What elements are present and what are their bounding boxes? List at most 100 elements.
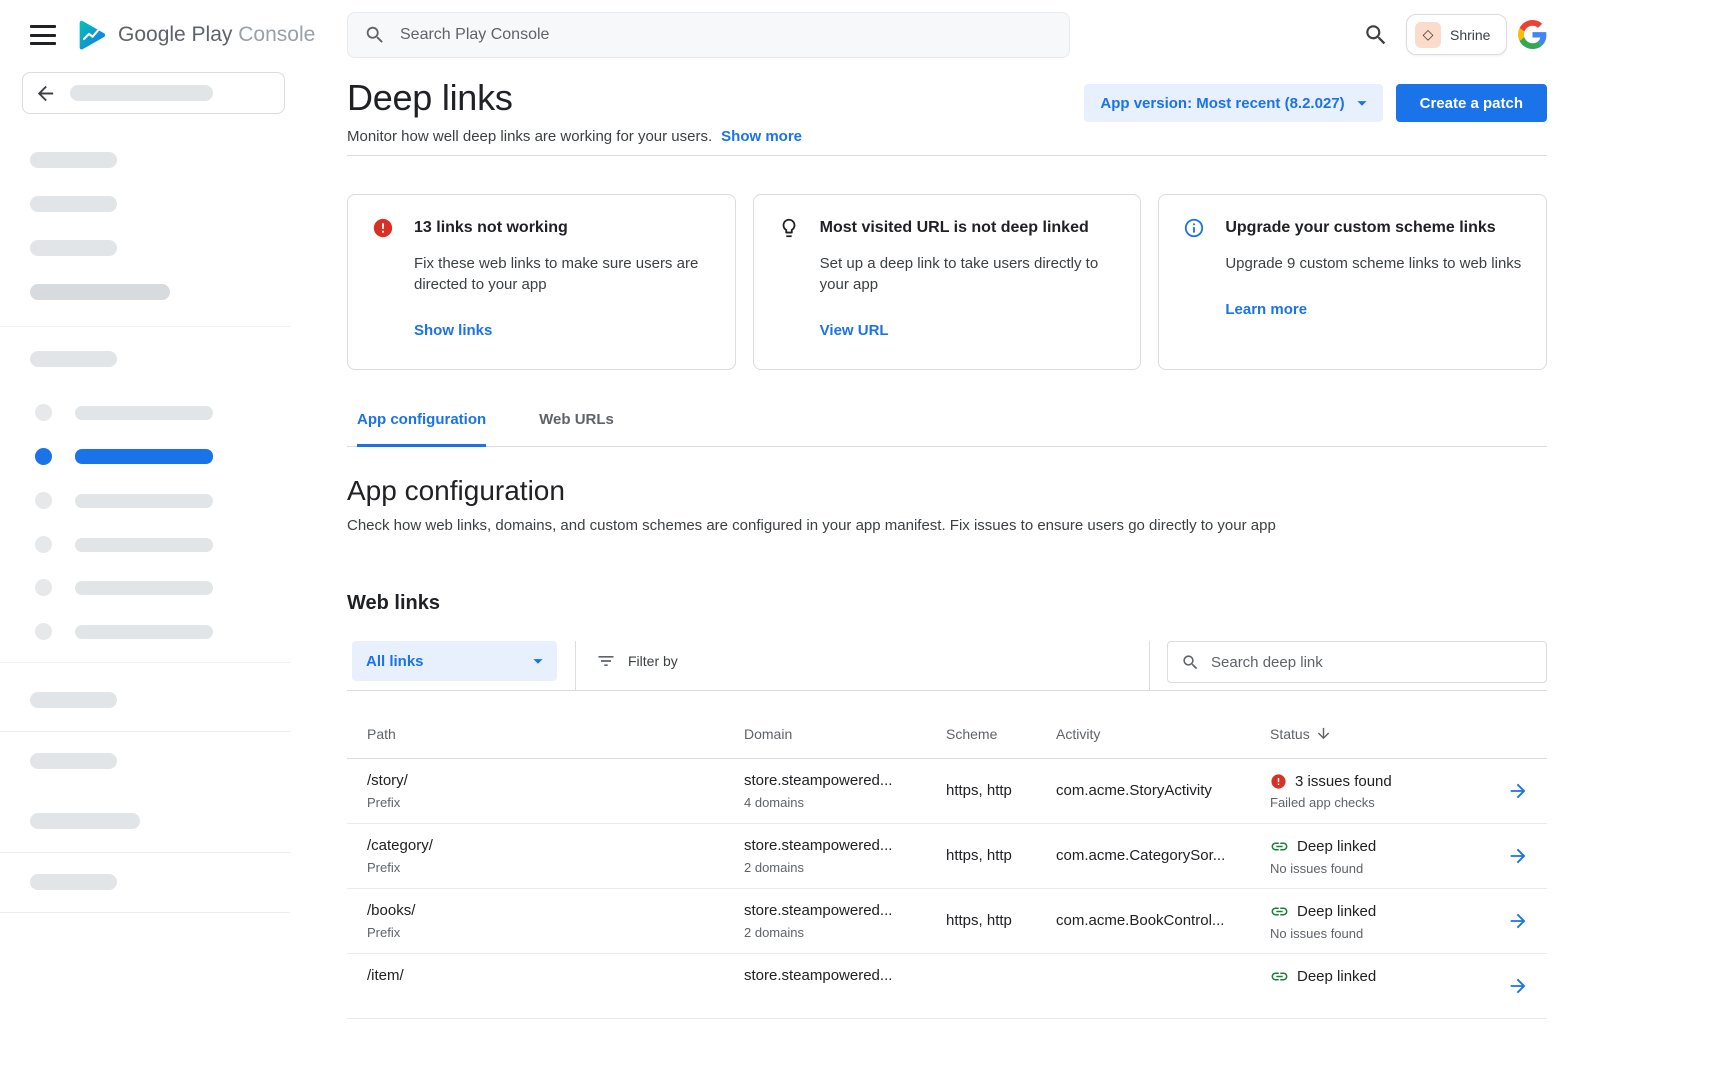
sidebar-divider xyxy=(0,662,290,663)
nav-bullet-icon xyxy=(35,404,52,421)
global-search[interactable] xyxy=(347,12,1070,58)
activity-value: com.acme.StoryActivity xyxy=(1056,782,1270,800)
domain-value: store.steampowered... xyxy=(744,902,946,920)
sidebar-skeleton-bar xyxy=(30,152,117,168)
card-title: Upgrade your custom scheme links xyxy=(1225,219,1495,237)
app-version-dropdown[interactable]: App version: Most recent (8.2.027) xyxy=(1084,84,1382,122)
filter-by-button[interactable]: Filter by xyxy=(596,641,678,681)
sort-descending-icon[interactable] xyxy=(1315,725,1332,742)
sidebar-divider xyxy=(0,852,290,853)
global-search-input[interactable] xyxy=(400,26,1053,44)
filter-by-label: Filter by xyxy=(628,653,678,669)
header-divider xyxy=(347,155,1547,156)
open-row-arrow[interactable] xyxy=(1505,843,1531,869)
sidebar-nav-item[interactable] xyxy=(35,623,213,640)
domain-count: 4 domains xyxy=(744,795,946,810)
deep-link-search[interactable] xyxy=(1167,641,1547,683)
section-title: App configuration xyxy=(347,473,1547,509)
nav-bullet-icon xyxy=(35,448,52,465)
google-g-icon xyxy=(1518,20,1547,49)
deep-link-search-input[interactable] xyxy=(1211,654,1533,671)
menu-icon[interactable] xyxy=(30,25,56,45)
card-links-not-working: 13 links not working Fix these web links… xyxy=(347,194,736,370)
main-content: Deep links Monitor how well deep links a… xyxy=(290,70,1728,1080)
chevron-down-icon xyxy=(1351,92,1373,114)
domain-value: store.steampowered... xyxy=(744,772,946,790)
table-row[interactable]: /story/ Prefix store.steampowered... 4 d… xyxy=(347,759,1547,824)
domain-value: store.steampowered... xyxy=(744,837,946,855)
search-icon xyxy=(1181,653,1200,672)
status-value: 3 issues found xyxy=(1295,773,1392,790)
status-detail: No issues found xyxy=(1270,861,1505,876)
search-icon-button[interactable] xyxy=(1362,22,1389,49)
arrow-forward-icon xyxy=(1507,845,1529,867)
back-arrow-icon[interactable] xyxy=(34,82,57,105)
sidebar-nav-item-active[interactable] xyxy=(35,448,213,465)
domain-count: 2 domains xyxy=(744,860,946,875)
table-row[interactable]: /category/ Prefix store.steampowered... … xyxy=(347,824,1547,889)
topbar: Google Play Console ◇ Shrine xyxy=(0,0,1728,70)
scheme-value: https, http xyxy=(946,847,1056,865)
tab-web-urls[interactable]: Web URLs xyxy=(539,410,614,447)
open-row-arrow[interactable] xyxy=(1505,973,1531,999)
card-title: Most visited URL is not deep linked xyxy=(820,219,1089,237)
card-upgrade-schemes: Upgrade your custom scheme links Upgrade… xyxy=(1158,194,1547,370)
status-value: Deep linked xyxy=(1297,838,1376,855)
column-header-scheme[interactable]: Scheme xyxy=(946,726,1056,742)
sidebar-nav-item[interactable] xyxy=(35,492,213,509)
nav-bullet-icon xyxy=(35,492,52,509)
nav-bullet-icon xyxy=(35,623,52,640)
card-body: Fix these web links to make sure users a… xyxy=(414,253,711,295)
table-row[interactable]: /books/ Prefix store.steampowered... 2 d… xyxy=(347,889,1547,954)
learn-more-link[interactable]: Learn more xyxy=(1225,301,1307,318)
page-subtitle: Monitor how well deep links are working … xyxy=(347,128,712,145)
status-detail: No issues found xyxy=(1270,926,1505,941)
links-filter-label: All links xyxy=(366,653,424,670)
sidebar-skeleton-bar xyxy=(30,196,117,212)
info-icon xyxy=(1183,217,1205,239)
domain-count xyxy=(744,990,946,1005)
sidebar-skeleton-bar xyxy=(30,284,170,300)
sidebar-nav-item[interactable] xyxy=(35,536,213,553)
path-type: Prefix xyxy=(367,860,744,875)
link-icon xyxy=(1270,967,1289,986)
path-type xyxy=(367,990,744,1005)
domain-value: store.steampowered... xyxy=(744,967,946,985)
column-header-domain[interactable]: Domain xyxy=(744,726,946,742)
table-row[interactable]: /item/ store.steampowered... Deep linked xyxy=(347,954,1547,1019)
sidebar-nav-item[interactable] xyxy=(35,404,213,421)
sidebar-skeleton-bar xyxy=(75,581,213,595)
sidebar-back-box[interactable] xyxy=(22,72,285,114)
column-header-status[interactable]: Status xyxy=(1270,725,1505,742)
vertical-divider xyxy=(575,641,576,691)
google-account-icon[interactable] xyxy=(1518,20,1547,49)
card-most-visited-url: Most visited URL is not deep linked Set … xyxy=(753,194,1142,370)
links-filter-dropdown[interactable]: All links xyxy=(352,641,557,681)
sidebar-nav-item[interactable] xyxy=(35,579,213,596)
arrow-forward-icon xyxy=(1507,910,1529,932)
create-patch-button[interactable]: Create a patch xyxy=(1396,84,1547,122)
sidebar-skeleton-bar xyxy=(75,449,213,464)
filter-icon xyxy=(596,651,616,671)
table-header: Path Domain Scheme Activity Status xyxy=(347,691,1547,759)
sidebar-divider xyxy=(0,912,290,913)
domain-count: 2 domains xyxy=(744,925,946,940)
activity-value: com.acme.BookControl... xyxy=(1056,912,1270,930)
card-body: Upgrade 9 custom scheme links to web lin… xyxy=(1225,253,1522,274)
app-version-label: App version: Most recent (8.2.027) xyxy=(1100,95,1344,112)
tab-app-configuration[interactable]: App configuration xyxy=(357,410,486,447)
show-links-link[interactable]: Show links xyxy=(414,322,492,339)
card-body: Set up a deep link to take users directl… xyxy=(820,253,1117,295)
scheme-value: https, http xyxy=(946,912,1056,930)
app-switcher-chip[interactable]: ◇ Shrine xyxy=(1406,14,1507,55)
view-url-link[interactable]: View URL xyxy=(820,322,889,339)
open-row-arrow[interactable] xyxy=(1505,778,1531,804)
open-row-arrow[interactable] xyxy=(1505,908,1531,934)
show-more-link[interactable]: Show more xyxy=(721,128,802,145)
sidebar-skeleton-bar xyxy=(30,874,117,890)
arrow-forward-icon xyxy=(1507,780,1529,802)
column-header-activity[interactable]: Activity xyxy=(1056,726,1270,742)
sidebar xyxy=(0,70,290,1080)
shrine-app-icon: ◇ xyxy=(1415,22,1441,48)
column-header-path[interactable]: Path xyxy=(367,726,744,742)
